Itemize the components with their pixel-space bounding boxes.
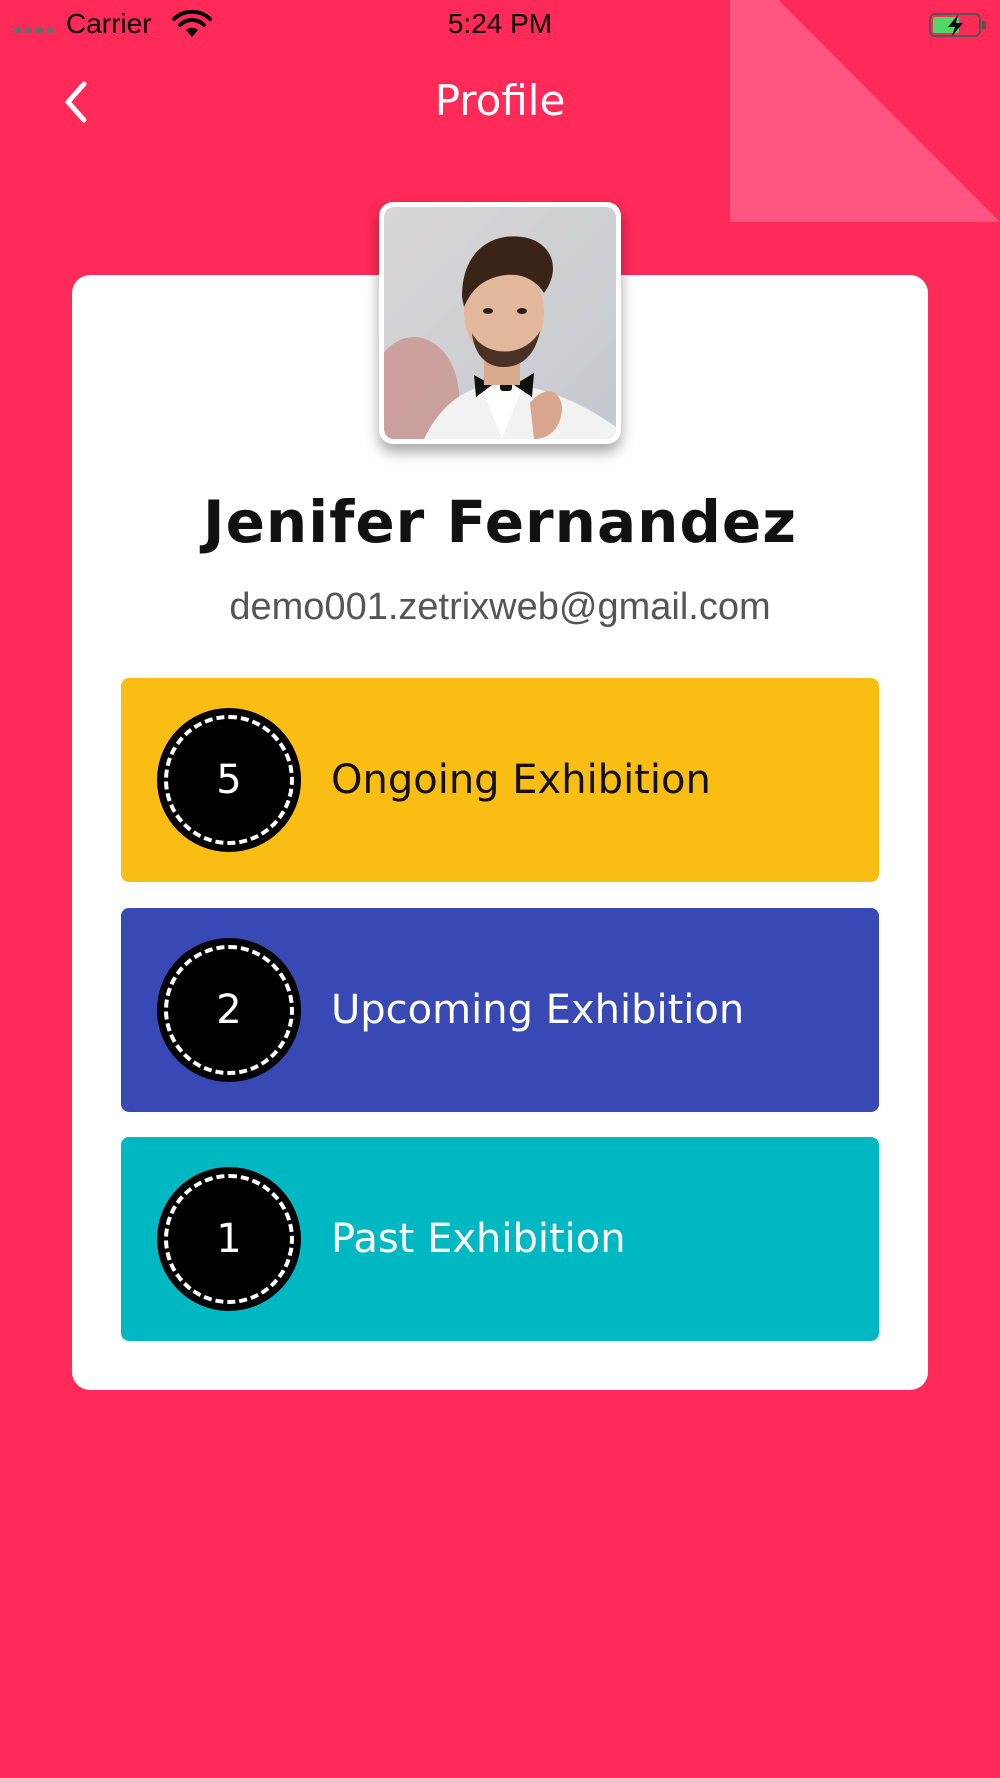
upcoming-exhibition-row[interactable]: 2 Upcoming Exhibition — [121, 908, 879, 1112]
count-value: 1 — [216, 1216, 242, 1262]
count-value: 2 — [216, 987, 242, 1033]
profile-name: Jenifer Fernandez — [203, 488, 797, 556]
avatar — [379, 202, 621, 444]
count-value: 5 — [216, 757, 242, 803]
past-exhibition-row[interactable]: 1 Past Exhibition — [121, 1137, 879, 1341]
stat-label: Past Exhibition — [331, 1216, 626, 1262]
stat-label: Ongoing Exhibition — [331, 757, 711, 803]
status-bar: Carrier 5:24 PM — [0, 0, 1000, 48]
stat-label: Upcoming Exhibition — [331, 987, 745, 1033]
page-title: Profile — [434, 76, 566, 125]
count-badge: 1 — [157, 1167, 301, 1311]
profile-email: demo001.zetrixweb@gmail.com — [229, 586, 771, 628]
ongoing-exhibition-row[interactable]: 5 Ongoing Exhibition — [121, 678, 879, 882]
count-badge: 5 — [157, 708, 301, 852]
navigation-bar: Profile — [0, 60, 1000, 140]
battery-charging-icon — [929, 13, 986, 37]
profile-photo — [384, 207, 616, 439]
status-time: 5:24 PM — [447, 8, 553, 39]
count-badge: 2 — [157, 938, 301, 1082]
